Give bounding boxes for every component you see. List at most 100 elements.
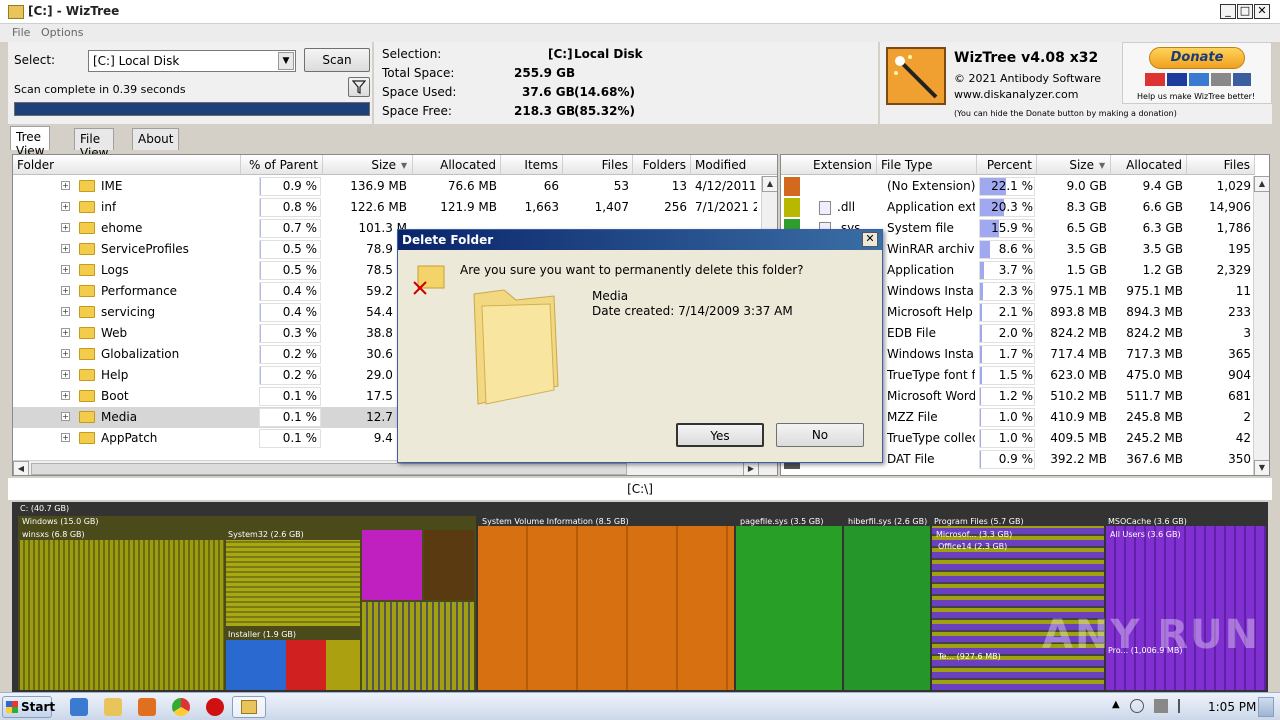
col-size[interactable]: Size [323,155,413,175]
files: 3 [1243,326,1251,340]
treemap-label-microsoft: Microsof... (3.3 GB) [936,530,1013,539]
expand-plus-icon[interactable]: + [61,433,70,442]
folder-name: AppPatch [101,431,158,445]
expand-plus-icon[interactable]: + [61,223,70,232]
action-center-icon[interactable] [1178,699,1190,713]
tab-tree-view[interactable]: Tree View [10,126,51,158]
folders: 256 [664,200,687,214]
expand-plus-icon[interactable]: + [61,349,70,358]
donate-button[interactable]: Donate [1149,47,1245,69]
treemap-label-svi: System Volume Information (8.5 GB) [482,517,629,526]
hscroll-thumb[interactable] [31,463,627,475]
media-player-icon[interactable] [138,698,156,716]
col-items[interactable]: Items [501,155,563,175]
website-link[interactable]: www.diskanalyzer.com [954,88,1079,101]
treemap-block-magenta[interactable] [362,530,422,600]
treemap-installer[interactable] [226,640,360,690]
explorer-icon[interactable] [104,698,122,716]
scroll-up-icon[interactable]: ▲ [1254,176,1269,192]
col-extension[interactable]: Extension [781,155,877,175]
expand-plus-icon[interactable]: + [61,412,70,421]
menu-file[interactable]: File [12,26,30,39]
filter-button[interactable] [348,77,370,97]
progress-bar [14,102,370,116]
scroll-left-icon[interactable]: ◀ [13,461,29,475]
close-button[interactable]: ✕ [1254,4,1270,19]
treemap-block-mixed[interactable] [362,602,474,690]
treemap-winsxs[interactable] [20,540,224,690]
expand-plus-icon[interactable]: + [61,328,70,337]
size: 409.5 MB [1050,431,1107,445]
percent-of-parent: 0.3 % [282,326,317,340]
treemap[interactable]: C: (40.7 GB) Windows (15.0 GB) winsxs (6… [12,502,1268,692]
scroll-right-icon[interactable]: ▶ [743,461,759,475]
drive-select[interactable]: [C:] Local Disk ▼ [88,50,296,72]
chevron-down-icon[interactable]: ▼ [278,52,294,70]
col-percent[interactable]: Percent [977,155,1037,175]
col-file-type[interactable]: File Type [877,155,977,175]
no-button[interactable]: No [776,423,864,447]
expand-plus-icon[interactable]: + [61,181,70,190]
expand-plus-icon[interactable]: + [61,286,70,295]
volume-icon[interactable] [1130,699,1144,713]
dialog-close-button[interactable]: ✕ [862,232,878,247]
file-type-row[interactable]: (No Extension) 22.1 % 9.0 GB 9.4 GB 1,029 [781,176,1253,197]
dialog-date-created: Date created: 7/14/2009 3:37 AM [592,304,793,318]
expand-plus-icon[interactable]: + [61,307,70,316]
about-panel: WizTree v4.08 x32 © 2021 Antibody Softwa… [880,42,1272,124]
scroll-down-icon[interactable]: ▼ [1254,460,1269,475]
col-allocated[interactable]: Allocated [413,155,501,175]
treemap-block-brown[interactable] [424,530,474,600]
minimize-button[interactable]: _ [1220,4,1236,19]
tab-about[interactable]: About [132,128,180,150]
expand-plus-icon[interactable]: + [61,391,70,400]
col-modified[interactable]: Modified [691,155,777,175]
tree-row[interactable]: + inf 0.8 % 122.6 MB 121.9 MB 1,663 1,407 256 7/… [13,197,761,218]
treemap-system-volume-information[interactable] [478,526,734,690]
file-type-row[interactable]: .dll Application exte 20.3 % 8.3 GB 6.6 GB 14… [781,197,1253,218]
treemap-hiberfil[interactable] [844,526,930,690]
expand-plus-icon[interactable]: + [61,265,70,274]
tray-expand-icon[interactable]: ▲ [1112,699,1120,710]
select-label: Select: [14,53,56,67]
file-type: Windows Installe [887,284,975,298]
size: 101.3 M [358,221,407,235]
col-folders[interactable]: Folders [633,155,691,175]
menu-options[interactable]: Options [41,26,83,39]
treemap-system32[interactable] [226,540,360,626]
maximize-button[interactable]: □ [1237,4,1253,19]
expand-plus-icon[interactable]: + [61,370,70,379]
tree-row[interactable]: + IME 0.9 % 136.9 MB 76.6 MB 66 53 13 4/12/2011 [13,176,761,197]
delete-folder-icon [412,260,448,296]
wiztree-taskbar-button[interactable] [232,696,266,718]
tab-file-view[interactable]: File View [74,128,115,160]
col-percent-parent[interactable]: % of Parent [241,155,323,175]
col-folder[interactable]: Folder [13,155,241,175]
opera-icon[interactable] [206,698,224,716]
ie-icon[interactable] [70,698,88,716]
expand-plus-icon[interactable]: + [61,244,70,253]
treemap-msocache[interactable] [1106,526,1266,690]
ft-vscrollbar[interactable]: ▲ ▼ [1253,176,1269,475]
clock[interactable]: 1:05 PM [1208,700,1256,714]
folder-icon [79,285,95,297]
percent: 22.1 % [991,179,1033,193]
show-desktop-button[interactable] [1258,697,1274,717]
percent-of-parent: 0.9 % [282,179,317,193]
start-button[interactable]: Start [2,696,55,718]
col-files[interactable]: Files [563,155,633,175]
chrome-icon[interactable] [172,698,190,716]
col-ft-allocated[interactable]: Allocated [1111,155,1187,175]
yes-button[interactable]: Yes [676,423,764,447]
folder-icon [79,243,95,255]
scan-button[interactable]: Scan [304,48,370,72]
files: 195 [1228,242,1251,256]
scroll-up-icon[interactable]: ▲ [762,176,777,192]
percent: 1.7 % [998,347,1033,361]
path-bar: [C:\] [8,478,1272,500]
treemap-pagefile[interactable] [736,526,842,690]
col-ft-files[interactable]: Files [1187,155,1255,175]
expand-plus-icon[interactable]: + [61,202,70,211]
network-icon[interactable] [1154,699,1168,713]
delete-folder-dialog: Delete Folder ✕ Are you sure you want to… [397,229,883,463]
